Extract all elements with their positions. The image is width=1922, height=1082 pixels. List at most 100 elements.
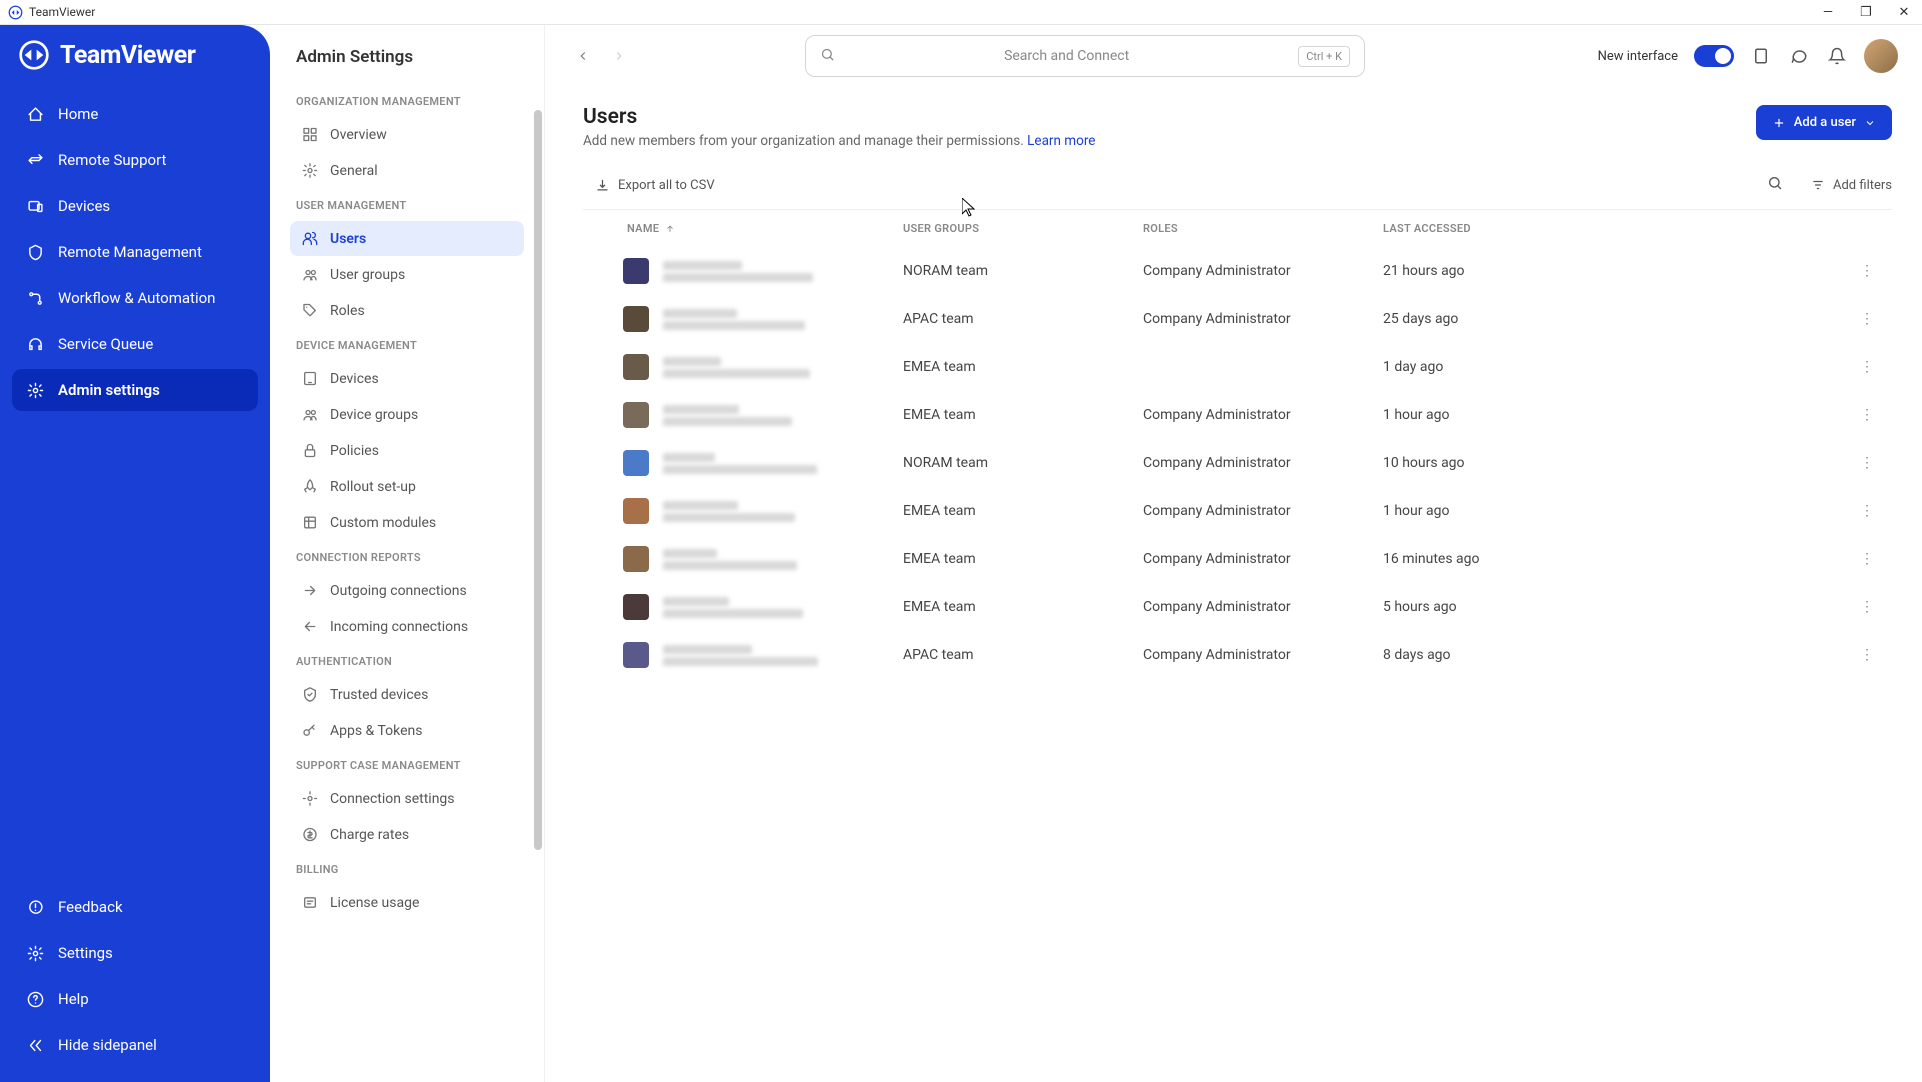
lock-icon xyxy=(302,442,318,459)
nav-label: Home xyxy=(58,105,98,123)
table-row[interactable]: EMEA team 1 day ago ⋮ xyxy=(583,343,1892,391)
table-row[interactable]: EMEA team Company Administrator 1 hour a… xyxy=(583,487,1892,535)
nav-label: Workflow & Automation xyxy=(58,289,215,307)
sidebar-item-label: General xyxy=(330,163,378,179)
sidebar-item-label: Overview xyxy=(330,127,387,143)
nav-forward-button[interactable] xyxy=(605,42,633,70)
shield-icon xyxy=(26,244,44,261)
sidebar-item-label: Apps & Tokens xyxy=(330,723,422,739)
user-name-redacted xyxy=(663,357,810,378)
nav-item-service-queue[interactable]: Service Queue xyxy=(12,323,258,365)
table-row[interactable]: EMEA team Company Administrator 1 hour a… xyxy=(583,391,1892,439)
table-row[interactable]: EMEA team Company Administrator 16 minut… xyxy=(583,535,1892,583)
user-role-cell: Company Administrator xyxy=(1143,455,1383,471)
sidebar-item-label: Rollout set-up xyxy=(330,479,416,495)
group-label: CONNECTION REPORTS xyxy=(290,541,524,572)
group-icon xyxy=(302,406,318,423)
nav-item-home[interactable]: Home xyxy=(12,93,258,135)
new-interface-toggle[interactable] xyxy=(1694,45,1734,67)
nav-label: Remote Management xyxy=(58,243,202,261)
window-maximize-icon[interactable]: ❐ xyxy=(1856,5,1876,20)
nav-item-help[interactable]: Help xyxy=(12,978,258,1020)
row-actions-button[interactable]: ⋮ xyxy=(1842,359,1892,375)
table-search-icon[interactable] xyxy=(1767,175,1783,195)
sidebar-item-license-usage[interactable]: License usage xyxy=(290,885,524,920)
user-name-redacted xyxy=(663,453,817,474)
search-input[interactable]: Search and Connect Ctrl + K xyxy=(805,35,1365,77)
column-groups[interactable]: USER GROUPS xyxy=(903,222,1143,235)
table-row[interactable]: NORAM team Company Administrator 21 hour… xyxy=(583,247,1892,295)
sidebar-item-incoming-connections[interactable]: Incoming connections xyxy=(290,609,524,644)
sidebar-item-label: License usage xyxy=(330,895,419,911)
row-actions-button[interactable]: ⋮ xyxy=(1842,551,1892,567)
sidebar-item-general[interactable]: General xyxy=(290,153,524,188)
secondary-scrollbar[interactable] xyxy=(534,110,542,980)
row-actions-button[interactable]: ⋮ xyxy=(1842,407,1892,423)
column-roles[interactable]: ROLES xyxy=(1143,222,1383,235)
group-label: USER MANAGEMENT xyxy=(290,189,524,220)
sidebar-item-rollout-set-up[interactable]: Rollout set-up xyxy=(290,469,524,504)
brand-logo: TeamViewer xyxy=(0,25,270,89)
sidebar-item-users[interactable]: Users xyxy=(290,221,524,256)
user-name-redacted xyxy=(663,597,803,618)
nav-item-workflow-automation[interactable]: Workflow & Automation xyxy=(12,277,258,319)
row-actions-button[interactable]: ⋮ xyxy=(1842,455,1892,471)
table-row[interactable]: NORAM team Company Administrator 10 hour… xyxy=(583,439,1892,487)
user-name-redacted xyxy=(663,501,795,522)
nav-item-feedback[interactable]: Feedback xyxy=(12,886,258,928)
sidebar-item-connection-settings[interactable]: Connection settings xyxy=(290,781,524,816)
sidebar-item-policies[interactable]: Policies xyxy=(290,433,524,468)
sidebar-item-devices[interactable]: Devices xyxy=(290,361,524,396)
sidebar-item-overview[interactable]: Overview xyxy=(290,117,524,152)
nav-item-settings[interactable]: Settings xyxy=(12,932,258,974)
device-icon[interactable] xyxy=(1750,45,1772,67)
nav-item-remote-support[interactable]: Remote Support xyxy=(12,139,258,181)
group-label: DEVICE MANAGEMENT xyxy=(290,329,524,360)
users-icon xyxy=(302,230,318,247)
bell-icon[interactable] xyxy=(1826,45,1848,67)
table-row[interactable]: EMEA team Company Administrator 5 hours … xyxy=(583,583,1892,631)
row-actions-button[interactable]: ⋮ xyxy=(1842,263,1892,279)
column-last-accessed[interactable]: LAST ACCESSED xyxy=(1383,222,1842,235)
headset-icon xyxy=(26,336,44,353)
row-actions-button[interactable]: ⋮ xyxy=(1842,503,1892,519)
sidebar-item-user-groups[interactable]: User groups xyxy=(290,257,524,292)
collapse-icon xyxy=(26,1037,44,1054)
chat-icon[interactable] xyxy=(1788,45,1810,67)
learn-more-link[interactable]: Learn more xyxy=(1027,133,1095,149)
nav-back-button[interactable] xyxy=(569,42,597,70)
sidebar-item-roles[interactable]: Roles xyxy=(290,293,524,328)
nav-item-devices[interactable]: Devices xyxy=(12,185,258,227)
window-titlebar: TeamViewer — ❐ ✕ xyxy=(0,0,1922,25)
teamviewer-logo-icon xyxy=(18,39,50,71)
user-role-cell: Company Administrator xyxy=(1143,311,1383,327)
plus-icon xyxy=(1772,116,1786,130)
nav-item-admin-settings[interactable]: Admin settings xyxy=(12,369,258,411)
window-close-icon[interactable]: ✕ xyxy=(1894,5,1914,20)
user-avatar[interactable] xyxy=(1864,39,1898,73)
window-minimize-icon[interactable]: — xyxy=(1818,5,1838,20)
user-group-cell: APAC team xyxy=(903,647,1143,663)
add-user-button[interactable]: Add a user xyxy=(1756,105,1892,140)
sidebar-item-trusted-devices[interactable]: Trusted devices xyxy=(290,677,524,712)
table-row[interactable]: APAC team Company Administrator 25 days … xyxy=(583,295,1892,343)
sidebar-item-apps-tokens[interactable]: Apps & Tokens xyxy=(290,713,524,748)
row-actions-button[interactable]: ⋮ xyxy=(1842,647,1892,663)
brand-name: TeamViewer xyxy=(60,41,195,70)
last-accessed-cell: 16 minutes ago xyxy=(1383,551,1842,567)
column-name[interactable]: NAME xyxy=(583,222,903,235)
devices-icon xyxy=(26,198,44,215)
nav-item-hide-sidepanel[interactable]: Hide sidepanel xyxy=(12,1024,258,1066)
sidebar-item-charge-rates[interactable]: Charge rates xyxy=(290,817,524,852)
sidebar-item-outgoing-connections[interactable]: Outgoing connections xyxy=(290,573,524,608)
table-row[interactable]: APAC team Company Administrator 8 days a… xyxy=(583,631,1892,679)
settings-icon xyxy=(302,790,318,807)
add-filters-button[interactable]: Add filters xyxy=(1811,178,1892,193)
row-actions-button[interactable]: ⋮ xyxy=(1842,599,1892,615)
last-accessed-cell: 8 days ago xyxy=(1383,647,1842,663)
nav-item-remote-management[interactable]: Remote Management xyxy=(12,231,258,273)
export-csv-button[interactable]: Export all to CSV xyxy=(583,178,715,193)
sidebar-item-device-groups[interactable]: Device groups xyxy=(290,397,524,432)
sidebar-item-custom-modules[interactable]: Custom modules xyxy=(290,505,524,540)
row-actions-button[interactable]: ⋮ xyxy=(1842,311,1892,327)
